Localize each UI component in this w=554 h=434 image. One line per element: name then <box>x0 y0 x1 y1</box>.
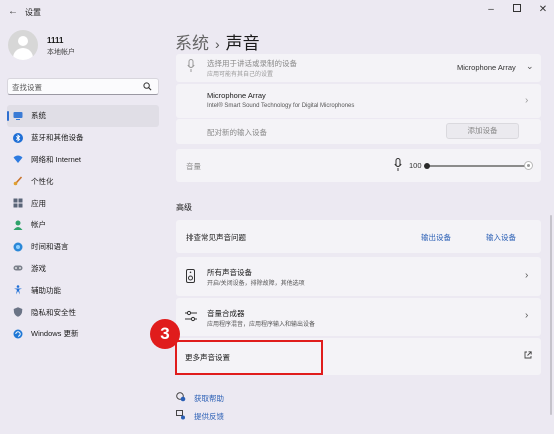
sidebar-item-apps[interactable]: 应用 <box>7 192 159 214</box>
choose-device-subtitle: 应用可能有其自己的设置 <box>207 72 274 78</box>
sidebar-item-label: 网络和 Internet <box>31 154 82 164</box>
step-highlight-box <box>175 340 323 375</box>
title-bar: ← 设置 – ✕ <box>0 0 554 22</box>
step-number-badge: 3 <box>150 319 180 349</box>
gamepad-icon <box>13 265 23 271</box>
close-icon[interactable]: ✕ <box>535 3 551 17</box>
chevron-down-icon[interactable]: ⌄ <box>526 61 534 72</box>
scrollbar[interactable] <box>550 215 552 415</box>
system-icon <box>13 111 23 120</box>
volume-mixer-row[interactable]: 音量合成器 应用程序混音，应用程序输入和输出设备 › <box>176 298 541 336</box>
sidebar-item-label: 游戏 <box>31 263 46 273</box>
sidebar-item-accessibility[interactable]: 辅助功能 <box>7 279 159 301</box>
sidebar-item-privacy[interactable]: 隐私和安全性 <box>7 301 159 323</box>
output-device-link[interactable]: 输出设备 <box>421 232 451 243</box>
all-devices-title: 所有声音设备 <box>207 268 252 277</box>
sidebar-nav: 系统 蓝牙和其他设备 网络和 Internet 个性化 应用 帐户 时间和语言 … <box>7 105 159 345</box>
sidebar-item-bluetooth[interactable]: 蓝牙和其他设备 <box>7 127 159 149</box>
accessibility-icon <box>14 285 22 295</box>
update-icon <box>13 329 23 339</box>
troubleshoot-row: 排查常见声音问题 输出设备 输入设备 <box>176 220 541 253</box>
get-help-link[interactable]: 获取帮助 <box>194 393 224 404</box>
volume-slider-thumb[interactable] <box>524 161 533 170</box>
help-icon <box>176 392 186 402</box>
window-title: 设置 <box>25 8 41 17</box>
device-title: Microphone Array <box>207 91 266 100</box>
microphone-array-row[interactable]: Microphone Array Intel® Smart Sound Tech… <box>176 84 541 118</box>
minimize-icon[interactable]: – <box>483 3 499 17</box>
pair-device-label: 配对新的输入设备 <box>207 128 267 137</box>
wifi-icon <box>13 155 23 164</box>
user-name: 1111 <box>47 36 64 45</box>
section-heading-advanced: 高级 <box>176 203 192 212</box>
mixer-subtitle: 应用程序混音，应用程序输入和输出设备 <box>207 322 316 328</box>
choose-device-title: 选择用于讲话或录制的设备 <box>207 59 297 68</box>
volume-label: 音量 <box>186 162 201 171</box>
pair-input-device-row: 配对新的输入设备 添加设备 <box>176 119 541 144</box>
search-input[interactable] <box>12 81 138 93</box>
sidebar-item-label: 辅助功能 <box>31 285 61 295</box>
page-title: 声音 <box>225 34 260 53</box>
sidebar-item-label: 系统 <box>31 111 46 121</box>
all-devices-subtitle: 开启/关闭设备，排除故障，其他选项 <box>207 281 305 287</box>
input-device-link[interactable]: 输入设备 <box>486 232 516 243</box>
apps-icon <box>13 198 23 208</box>
volume-slider-track[interactable] <box>426 165 528 167</box>
search-box[interactable] <box>7 78 159 95</box>
breadcrumb: 系统 › 声音 <box>175 29 260 54</box>
shield-icon <box>13 307 23 317</box>
troubleshoot-label: 排查常见声音问题 <box>186 233 246 242</box>
volume-value: 100 <box>409 161 422 170</box>
sidebar-item-label: Windows 更新 <box>31 329 79 339</box>
sidebar-item-personalization[interactable]: 个性化 <box>7 170 159 192</box>
choose-input-device-row[interactable]: 选择用于讲话或录制的设备 应用可能有其自己的设置 Microphone Arra… <box>176 54 541 82</box>
sidebar-item-label: 时间和语言 <box>31 242 69 252</box>
maximize-icon[interactable] <box>509 3 525 17</box>
sidebar-item-label: 帐户 <box>31 220 46 230</box>
chevron-right-icon[interactable]: › <box>525 95 528 106</box>
mixer-title: 音量合成器 <box>207 309 245 318</box>
selected-device-value[interactable]: Microphone Array <box>457 63 516 72</box>
breadcrumb-separator: › <box>215 36 220 52</box>
speaker-device-icon <box>186 269 195 283</box>
external-link-icon[interactable] <box>524 351 532 359</box>
all-sound-devices-row[interactable]: 所有声音设备 开启/关闭设备，排除故障，其他选项 › <box>176 257 541 296</box>
give-feedback-link[interactable]: 提供反馈 <box>194 411 224 422</box>
microphone-icon[interactable] <box>394 158 402 172</box>
mixer-icon <box>185 310 197 322</box>
chevron-right-icon[interactable]: › <box>525 310 528 321</box>
sidebar-item-label: 个性化 <box>31 176 54 186</box>
breadcrumb-parent[interactable]: 系统 <box>175 34 209 53</box>
chevron-right-icon[interactable]: › <box>525 270 528 281</box>
bluetooth-icon <box>13 132 23 143</box>
sidebar-item-gaming[interactable]: 游戏 <box>7 258 159 280</box>
sidebar-item-windows-update[interactable]: Windows 更新 <box>7 323 159 345</box>
sidebar-item-accounts[interactable]: 帐户 <box>7 214 159 236</box>
sidebar-item-system[interactable]: 系统 <box>7 105 159 127</box>
brush-icon <box>13 176 23 186</box>
microphone-icon <box>187 59 195 72</box>
sidebar-item-network[interactable]: 网络和 Internet <box>7 149 159 171</box>
device-subtitle: Intel® Smart Sound Technology for Digita… <box>207 103 355 109</box>
back-arrow-icon[interactable]: ← <box>8 6 18 17</box>
sidebar-item-label: 蓝牙和其他设备 <box>31 133 84 143</box>
sidebar-item-label: 应用 <box>31 198 46 208</box>
avatar[interactable] <box>8 30 38 60</box>
volume-slider-start <box>424 163 430 169</box>
account-icon <box>13 220 23 230</box>
account-type: 本地帐户 <box>47 49 75 56</box>
sidebar-item-time-language[interactable]: 时间和语言 <box>7 236 159 258</box>
sidebar-item-label: 隐私和安全性 <box>31 307 76 317</box>
search-icon[interactable] <box>143 82 152 91</box>
add-device-button[interactable]: 添加设备 <box>446 123 519 139</box>
feedback-icon <box>176 410 185 420</box>
globe-icon <box>13 242 23 252</box>
